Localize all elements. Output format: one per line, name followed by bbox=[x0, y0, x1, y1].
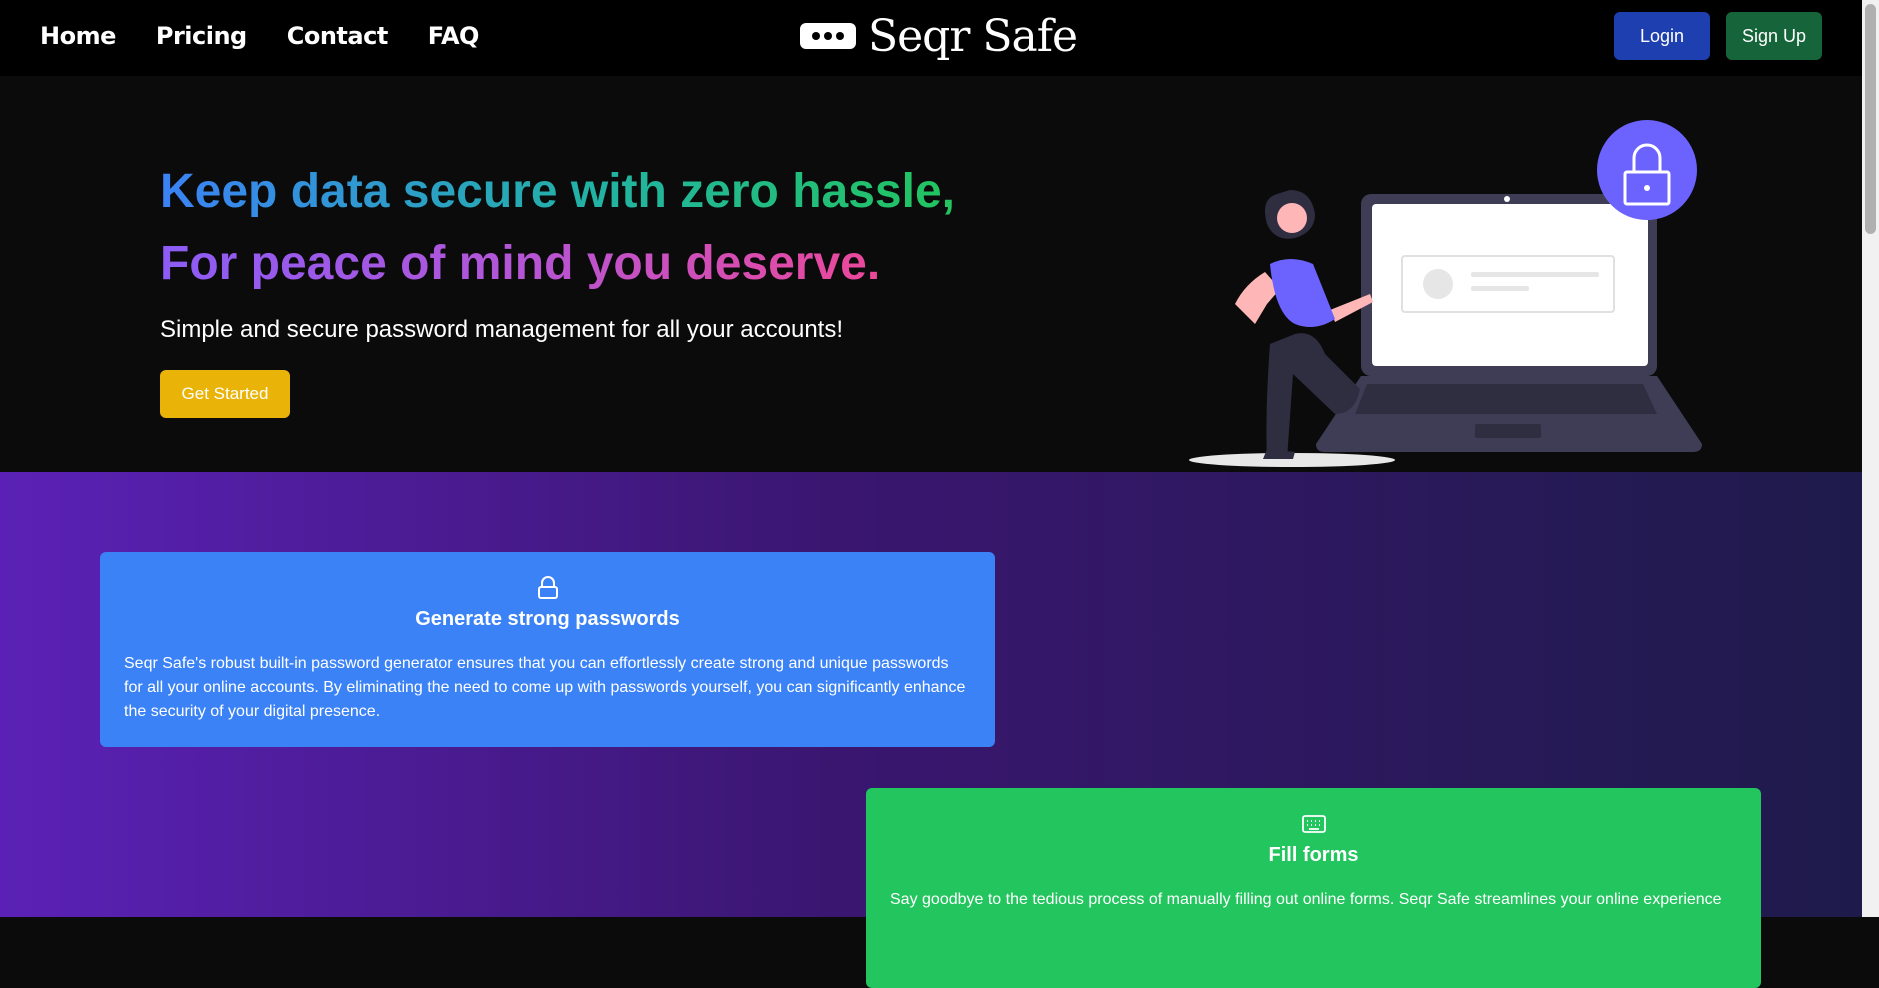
navbar: Home Pricing Contact FAQ Seqr Safe Login… bbox=[0, 0, 1862, 76]
nav-home-link[interactable]: Home bbox=[40, 22, 116, 50]
password-dots-icon bbox=[800, 23, 856, 49]
keyboard-icon bbox=[1301, 815, 1326, 833]
login-button[interactable]: Login bbox=[1614, 12, 1710, 60]
features-section: Generate strong passwords Seqr Safe's ro… bbox=[0, 472, 1862, 988]
hero-section: Keep data secure with zero hassle, For p… bbox=[0, 76, 1862, 472]
brand[interactable]: Seqr Safe bbox=[800, 8, 1078, 64]
feature-card-fill-forms: Fill forms Say goodbye to the tedious pr… bbox=[866, 788, 1761, 988]
hero-title-line1: Keep data secure with zero hassle, bbox=[160, 165, 955, 218]
feature-description: Say goodbye to the tedious process of ma… bbox=[890, 891, 1722, 908]
brand-name: Seqr Safe bbox=[868, 10, 1078, 62]
feature-card-generate-passwords: Generate strong passwords Seqr Safe's ro… bbox=[100, 552, 995, 747]
page-scrollbar[interactable] bbox=[1862, 0, 1879, 917]
hero-subtitle: Simple and secure password management fo… bbox=[160, 316, 844, 343]
get-started-button[interactable]: Get Started bbox=[160, 370, 290, 418]
nav-pricing-link[interactable]: Pricing bbox=[156, 22, 247, 50]
feature-description: Seqr Safe's robust built-in password gen… bbox=[124, 655, 966, 720]
nav-contact-link[interactable]: Contact bbox=[287, 22, 389, 50]
nav-faq-link[interactable]: FAQ bbox=[428, 22, 480, 50]
feature-title: Generate strong passwords bbox=[415, 608, 680, 630]
woman-with-laptop-illustration bbox=[1189, 120, 1702, 467]
scrollbar-thumb[interactable] bbox=[1865, 4, 1876, 234]
signup-button[interactable]: Sign Up bbox=[1726, 12, 1822, 60]
nav-links: Home Pricing Contact FAQ bbox=[40, 0, 479, 72]
feature-title: Fill forms bbox=[1268, 844, 1359, 866]
lock-icon bbox=[537, 576, 558, 599]
hero-title-line2: For peace of mind you deserve. bbox=[160, 237, 881, 290]
